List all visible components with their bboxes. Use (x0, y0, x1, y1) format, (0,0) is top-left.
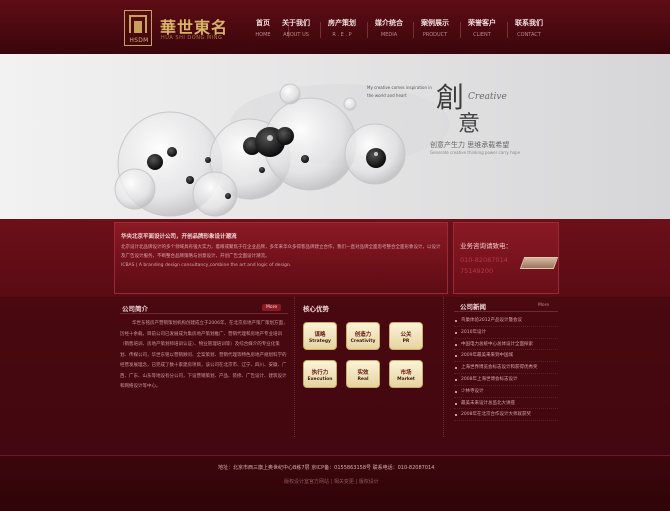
advantage-cn: 执行力 (311, 370, 329, 376)
advantage-execution[interactable]: 执行力 Execution (303, 360, 337, 388)
nav-media[interactable]: 媒介统合 MEDIA (366, 18, 412, 38)
page: HSDM 華世東名 HUA SHI DONG MING 首页 HOME 关于我们… (0, 0, 670, 511)
hotline-number: 010-82087014 (460, 256, 508, 264)
bubble-illustration-icon (114, 83, 450, 217)
nav-sublabel: CLIENT (473, 32, 491, 38)
advantage-en: PR (402, 339, 410, 344)
brand-en-name: HUA SHI DONG MING (161, 35, 223, 41)
news-item[interactable]: 少林寺设计 (454, 386, 558, 398)
about-title: 公司简介 (122, 305, 148, 313)
nav-label: 房产策划 (328, 19, 356, 27)
advantage-real[interactable]: 实效 Real (346, 360, 380, 388)
banner-note: My creative comes inspiration in the wor… (367, 85, 432, 98)
nav-label: 荣誉客户 (468, 19, 496, 27)
banner-slogan: 创意产生力 思维承载希望 (430, 141, 510, 149)
news-item[interactable]: 2008年在北京合作设计大师就获奖 (454, 409, 558, 422)
news-item[interactable]: 上海世界博览会标志设计和获得优秀奖 (454, 362, 558, 374)
footer-links: 版权设计室官方网站 | 相关变更 | 版权设计 (284, 478, 379, 485)
intro-strip: 华央北京平面设计公司，开创品牌形象设计潮流 北京设计北品牌设计的多个领域具有强大… (0, 219, 670, 297)
hotline-number: 75149200 (460, 267, 494, 275)
news-list: 鸟巢体验2012产品设计暨会议 2010年设计 中国电力总统中心总体设计全面探索… (454, 315, 558, 422)
nav-sublabel: MEDIA (380, 32, 398, 38)
intro-body: 北京设计北品牌设计的多个领域具有强大实力，着眼或聚焦于在企业品牌，多年来华众多得… (121, 243, 443, 270)
about-more-button[interactable]: More (262, 304, 282, 311)
hero-banner: My creative comes inspiration in the wor… (0, 54, 670, 219)
nav-contact[interactable]: 联系我们 CONTACT (506, 18, 552, 38)
main-content: 公司简介 More 华世东铭房产营销策划机构创建成立于2006年，在北京房地产策… (0, 297, 670, 455)
logo-badge-text: HSDM (129, 37, 149, 44)
laptop-icon (519, 257, 559, 269)
logo-badge-icon: HSDM (124, 10, 152, 46)
nav-sublabel: R . E . P (332, 32, 352, 38)
advantages-title: 核心优势 (303, 305, 329, 313)
advantage-cn: 谋略 (314, 332, 326, 338)
footer-divider (0, 455, 670, 456)
hotline-panel: 业务咨询请致电： 010-82087014 75149200 (453, 222, 559, 294)
footer: 地址：北京市西三旗上奥世纪中心B栋7层 京ICP备：0155863158号 联系… (0, 455, 670, 511)
nav-client[interactable]: 荣誉客户 CLIENT (459, 18, 505, 38)
advantage-market[interactable]: 市场 Market (389, 360, 423, 388)
nav-rep[interactable]: 房产策划 R . E . P (319, 18, 365, 38)
news-item[interactable]: 2010年设计 (454, 327, 558, 339)
advantage-pr[interactable]: 公关 PR (389, 322, 423, 350)
footer-link[interactable]: 版权设计室官方网站 (284, 479, 329, 485)
news-title: 公司新闻 (460, 303, 486, 311)
nav-sublabel: PRODUCT (422, 32, 448, 38)
news-item[interactable]: 中国电力总统中心总体设计全面探索 (454, 339, 558, 351)
news-item[interactable]: 鸟巢体验2012产品设计暨会议 (454, 315, 558, 327)
advantage-cn: 创造力 (354, 332, 372, 338)
news-item[interactable]: 2008年上海世博会标志设计 (454, 374, 558, 386)
header: HSDM 華世東名 HUA SHI DONG MING 首页 HOME 关于我们… (0, 0, 670, 54)
advantage-strategy[interactable]: 谋略 Strategy (303, 322, 337, 350)
intro-body-en: ICBAS | A branding design consultancy,co… (121, 263, 292, 268)
nav-about[interactable]: 关于我们 ABOUT US (273, 18, 319, 38)
nav-label: 联系我们 (515, 19, 543, 27)
news-more-button[interactable]: More (534, 302, 553, 309)
advantage-creativity[interactable]: 创造力 Creativity (346, 322, 380, 350)
advantage-en: Market (397, 377, 415, 382)
advantage-cn: 实效 (357, 370, 369, 376)
banner-slogan-en: Generate creative thinking power carry h… (430, 150, 521, 155)
footer-link[interactable]: 相关变更 (334, 479, 354, 485)
advantage-en: Execution (307, 377, 333, 382)
hotline-numbers: 010-82087014 75149200 (460, 255, 508, 277)
nav-label: 案例展示 (421, 19, 449, 27)
advantages-section: 核心优势 谋略 Strategy 创造力 Creativity 公关 PR 执行… (294, 297, 444, 437)
news-item[interactable]: 2009年最美来来到中国城 (454, 350, 558, 363)
banner-title-b: 意 (458, 112, 481, 137)
hotline-label: 业务咨询请致电： (460, 242, 512, 250)
footer-link[interactable]: 版权设计 (359, 479, 379, 485)
about-text: 华世东铭房产营销策划机构创建成立于2006年，在北京房地产策广策划方面，历经十余… (120, 321, 288, 389)
intro-panel: 华央北京平面设计公司，开创品牌形象设计潮流 北京设计北品牌设计的多个领域具有强大… (114, 222, 448, 294)
nav-label: 媒介统合 (375, 19, 403, 27)
banner-creative: Creative (468, 92, 507, 102)
nav-sublabel: ABOUT US (283, 32, 309, 38)
intro-body-text: 北京设计北品牌设计的多个领域具有强大实力，着眼或聚焦于在企业品牌，多年来华众多得… (121, 245, 441, 259)
nav-product[interactable]: 案例展示 PRODUCT (412, 18, 458, 38)
advantage-en: Real (357, 377, 369, 382)
advantage-cn: 公关 (400, 332, 412, 338)
advantage-en: Creativity (350, 339, 376, 344)
news-item[interactable]: 最美未来设计总监北大讲座 (454, 398, 558, 410)
news-section: 公司新闻 More 鸟巢体验2012产品设计暨会议 2010年设计 中国电力总统… (450, 297, 559, 437)
footer-info: 地址：北京市西三旗上奥世纪中心B栋7层 京ICP备：0155863158号 联系… (218, 465, 435, 471)
section-divider (120, 313, 288, 314)
about-section: 公司简介 More 华世东铭房产营销策划机构创建成立于2006年，在北京房地产策… (114, 297, 292, 437)
advantage-en: Strategy (308, 339, 331, 344)
intro-heading: 华央北京平面设计公司，开创品牌形象设计潮流 (121, 234, 237, 240)
nav-sublabel: CONTACT (517, 32, 541, 38)
nav-label: 关于我们 (282, 19, 310, 27)
advantage-cn: 市场 (400, 370, 412, 376)
section-divider (454, 311, 558, 312)
